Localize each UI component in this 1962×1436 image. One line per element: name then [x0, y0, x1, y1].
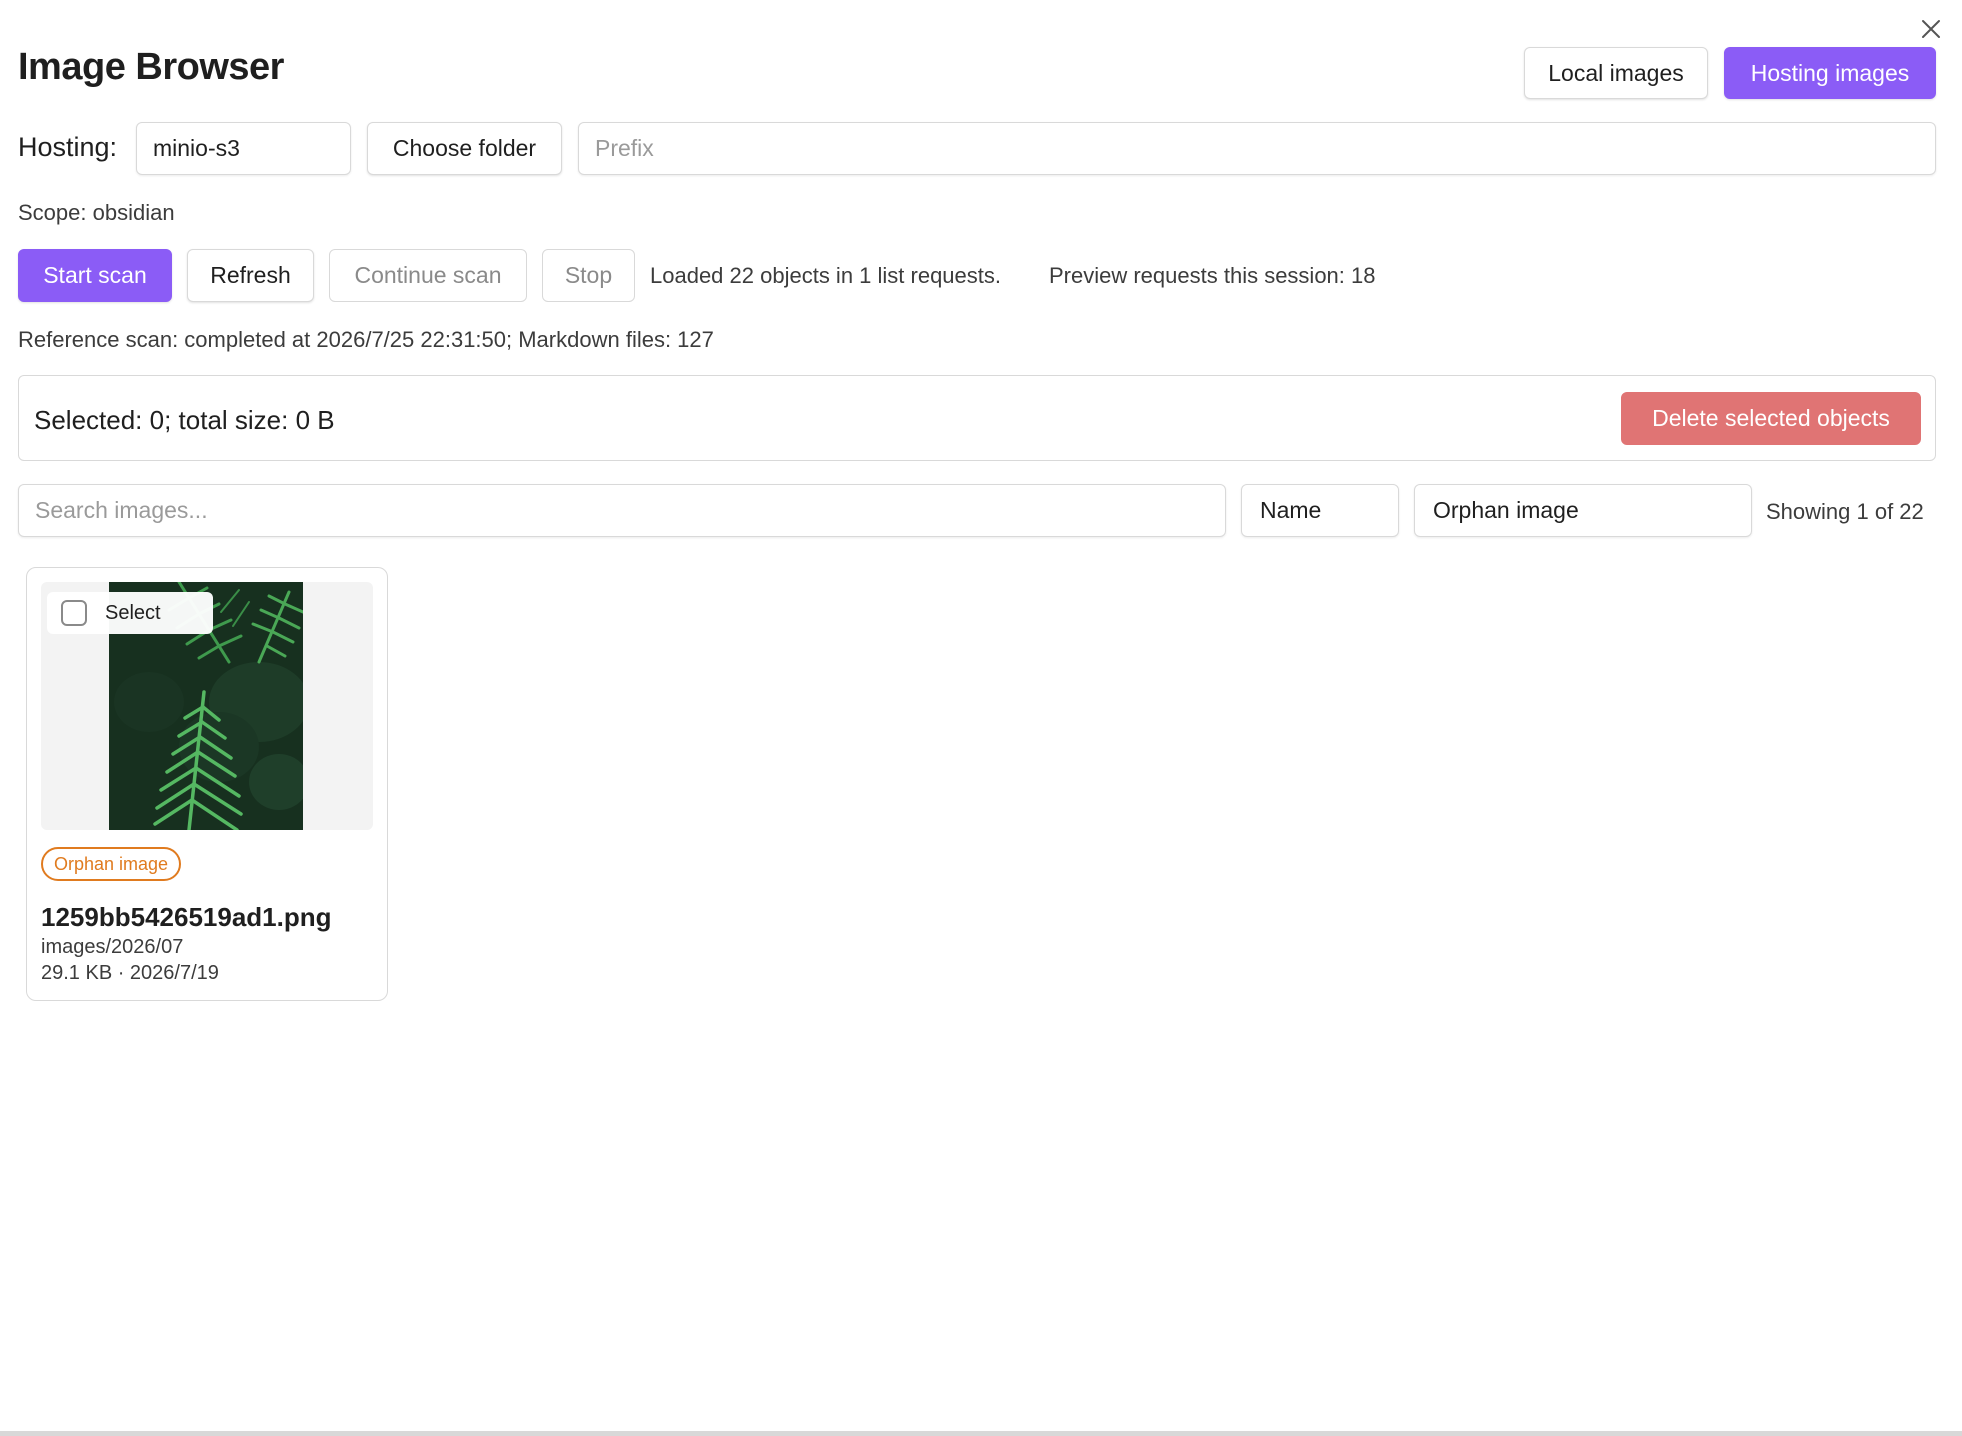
bottom-edge — [0, 1431, 1962, 1436]
sort-select-value: Name — [1260, 497, 1322, 523]
select-checkbox-control[interactable]: Select — [47, 592, 213, 634]
sort-select[interactable]: Name — [1241, 484, 1399, 537]
selection-summary: Selected: 0; total size: 0 B — [34, 405, 335, 435]
showing-count-text: Showing 1 of 22 — [1766, 499, 1924, 524]
image-filename: 1259bb5426519ad1.png — [41, 902, 332, 932]
page-title: Image Browser — [18, 46, 284, 88]
start-scan-button[interactable]: Start scan — [18, 249, 172, 302]
image-thumbnail[interactable]: Select — [41, 582, 373, 830]
hosting-label: Hosting: — [18, 132, 118, 162]
close-icon-glyph — [1922, 20, 1940, 38]
status-filter-value: Orphan image — [1433, 497, 1579, 523]
image-path: images/2026/07 — [41, 936, 184, 958]
status-filter-select[interactable]: Orphan image — [1414, 484, 1752, 537]
hosting-images-button[interactable]: Hosting images — [1724, 47, 1936, 99]
image-card[interactable]: Select Orphan image 1259bb5426519ad1.png… — [26, 567, 388, 1001]
selection-panel: Selected: 0; total size: 0 B Delete sele… — [18, 375, 1936, 461]
orphan-badge: Orphan image — [41, 847, 182, 881]
delete-selected-button[interactable]: Delete selected objects — [1621, 392, 1921, 445]
prefix-input[interactable] — [578, 122, 1936, 175]
reference-scan-text: Reference scan: completed at 2026/7/25 2… — [18, 327, 714, 352]
select-checkbox[interactable] — [61, 600, 87, 626]
choose-folder-button[interactable]: Choose folder — [367, 122, 562, 175]
scope-text: Scope: obsidian — [18, 200, 175, 225]
select-label: Select — [105, 601, 161, 624]
close-icon[interactable] — [1916, 14, 1946, 44]
preview-requests-text: Preview requests this session: 18 — [1049, 263, 1376, 288]
local-images-button[interactable]: Local images — [1524, 47, 1708, 99]
continue-scan-button[interactable]: Continue scan — [329, 249, 527, 302]
hosting-select-field[interactable] — [136, 122, 351, 175]
search-input[interactable] — [18, 484, 1226, 537]
refresh-button[interactable]: Refresh — [187, 249, 314, 302]
image-meta: 29.1 KB · 2026/7/19 — [41, 962, 219, 984]
loaded-status-text: Loaded 22 objects in 1 list requests. — [650, 263, 1002, 288]
stop-button[interactable]: Stop — [542, 249, 635, 302]
